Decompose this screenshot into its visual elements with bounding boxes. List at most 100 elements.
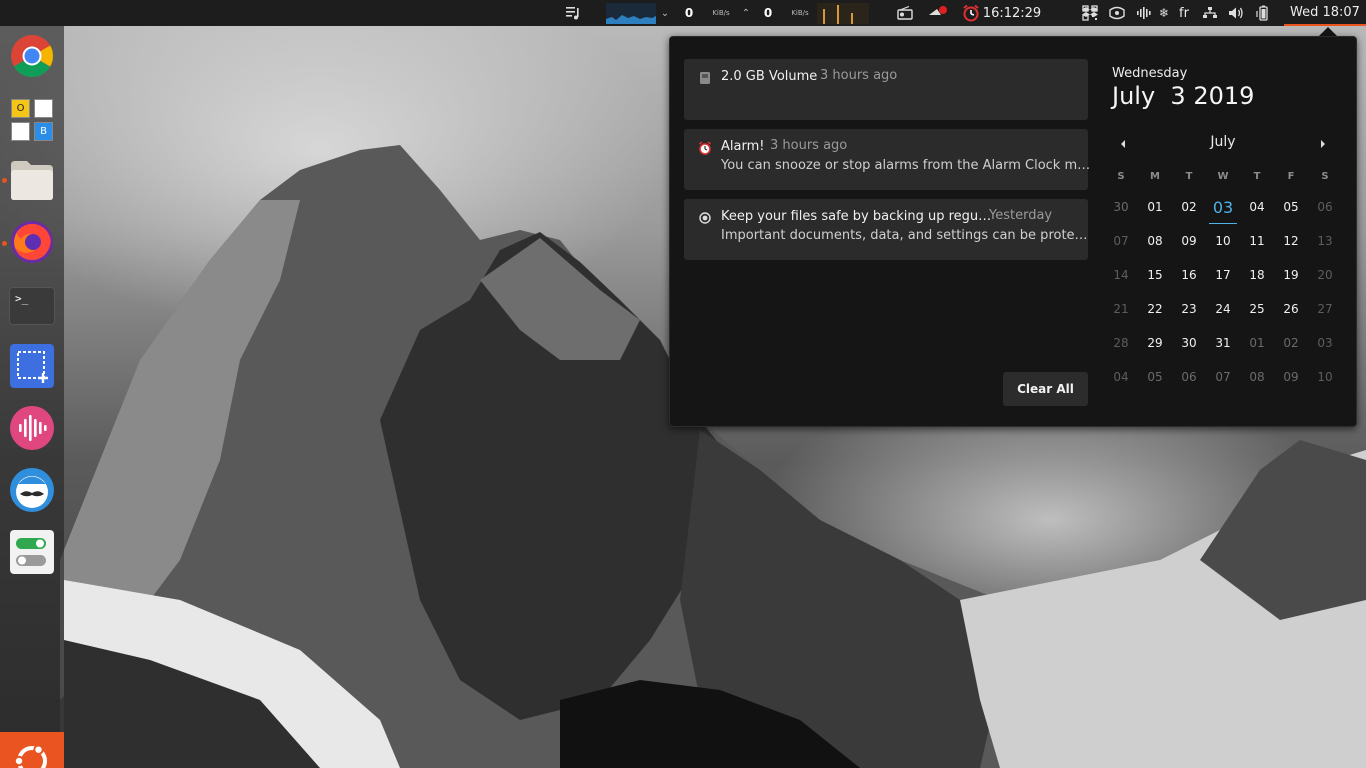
dock-item-toggle-settings[interactable] <box>8 530 56 578</box>
notification-item[interactable]: 2.0 GB Volume 3 hours ago <box>684 59 1088 120</box>
calendar-day[interactable]: 21 <box>1104 302 1138 316</box>
net-down-value: 0 <box>684 6 694 20</box>
files-icon <box>9 159 55 205</box>
calendar-day[interactable]: 07 <box>1104 234 1138 248</box>
notification-time: 3 hours ago <box>770 138 848 153</box>
dock-item-files[interactable] <box>8 158 56 206</box>
calendar-day[interactable]: 06 <box>1308 200 1342 214</box>
audio-bars-icon[interactable] <box>1134 0 1154 26</box>
notification-time: 3 hours ago <box>820 68 898 83</box>
calendar-week-row: 07 08 09 10 11 12 13 <box>1104 224 1342 258</box>
drive-icon <box>698 71 712 85</box>
calendar-day[interactable]: 24 <box>1206 302 1240 316</box>
calendar-day[interactable]: 06 <box>1172 370 1206 384</box>
calendar-day[interactable]: 23 <box>1172 302 1206 316</box>
network-upload-graph <box>817 3 869 24</box>
battery-icon[interactable] <box>1252 0 1274 26</box>
notification-body: Important documents, data, and settings … <box>721 228 1088 243</box>
calendar-day[interactable]: 05 <box>1274 200 1308 214</box>
chevron-right-icon <box>1319 134 1327 153</box>
calendar-day[interactable]: 01 <box>1240 336 1274 350</box>
calendar-day[interactable]: 18 <box>1240 268 1274 282</box>
calendar-day[interactable]: 02 <box>1274 336 1308 350</box>
calendar-week-row: 14 15 16 17 18 19 20 <box>1104 258 1342 292</box>
calendar-day[interactable]: 10 <box>1308 370 1342 384</box>
show-applications-button[interactable] <box>0 732 64 768</box>
volume-icon[interactable] <box>1226 0 1246 26</box>
clear-all-button[interactable]: Clear All <box>1003 372 1088 406</box>
calendar-date-heading[interactable]: July 3 2019 <box>1112 82 1254 110</box>
radio-icon[interactable] <box>895 0 915 26</box>
notification-item[interactable]: Keep your files safe by backing up regu…… <box>684 199 1088 260</box>
calendar-day[interactable]: 16 <box>1172 268 1206 282</box>
calendar-day[interactable]: 04 <box>1104 370 1138 384</box>
calendar-day[interactable]: 30 <box>1104 200 1138 214</box>
calendar-week-row: 30 01 02 03 04 05 06 <box>1104 190 1342 224</box>
calendar-day[interactable]: 30 <box>1172 336 1206 350</box>
snowflake-icon[interactable]: ❄ <box>1156 0 1172 26</box>
gsconnect-icon[interactable] <box>1106 0 1128 26</box>
calendar-day[interactable]: 20 <box>1308 268 1342 282</box>
top-panel: ⌄ 0 KiB/s ⌃ 0 KiB/s 16:12:29 ❄ fr Wed 18… <box>0 0 1366 26</box>
notification-item[interactable]: Alarm! 3 hours ago You can snooze or sto… <box>684 129 1090 190</box>
dock-item-mustache-app[interactable] <box>8 468 56 516</box>
calendar-day[interactable]: 19 <box>1274 268 1308 282</box>
calendar-day[interactable]: 25 <box>1240 302 1274 316</box>
audio-recorder-icon <box>9 405 55 455</box>
calendar-day[interactable]: 03 <box>1308 336 1342 350</box>
calendar-weekday-header: S M T W T F S <box>1104 166 1342 186</box>
calendar-day[interactable]: 11 <box>1240 234 1274 248</box>
dock-item-terminal[interactable]: >_ <box>8 282 56 330</box>
clock-date-button[interactable]: Wed 18:07 <box>1284 0 1366 26</box>
calendar-day[interactable]: 31 <box>1206 336 1240 350</box>
calendar-day[interactable]: 02 <box>1172 200 1206 214</box>
calendar-day[interactable]: 14 <box>1104 268 1138 282</box>
next-month-button[interactable] <box>1313 134 1333 152</box>
caffeine-icon[interactable] <box>925 0 951 26</box>
chrome-icon <box>10 34 54 82</box>
calendar-day[interactable]: 17 <box>1206 268 1240 282</box>
keyboard-layout[interactable]: fr <box>1174 0 1194 26</box>
day-of-week-label: T <box>1253 170 1261 182</box>
backup-icon <box>698 211 712 225</box>
calendar-day[interactable]: 08 <box>1138 234 1172 248</box>
network-icon[interactable] <box>1200 0 1220 26</box>
calendar-day[interactable]: 22 <box>1138 302 1172 316</box>
calendar-day[interactable]: 29 <box>1138 336 1172 350</box>
notification-title: Keep your files safe by backing up regu… <box>721 209 992 224</box>
calendar-day[interactable]: 09 <box>1172 234 1206 248</box>
calendar-day[interactable]: 05 <box>1138 370 1172 384</box>
calendar-day[interactable]: 07 <box>1206 370 1240 384</box>
alarm-icon <box>698 141 712 155</box>
dock-item-screenshot[interactable] <box>8 344 56 392</box>
chevron-up-icon: ⌃ <box>741 7 751 19</box>
day-of-week-label: F <box>1287 170 1295 182</box>
running-indicator <box>2 241 7 246</box>
day-of-week-label: T <box>1185 170 1193 182</box>
calendar-day[interactable]: 10 <box>1206 234 1240 248</box>
music-player-icon[interactable] <box>562 0 584 26</box>
calendar-day[interactable]: 27 <box>1308 302 1342 316</box>
previous-month-button[interactable] <box>1113 134 1133 152</box>
ubuntu-logo-icon <box>11 740 53 768</box>
alarm-clock-icon[interactable] <box>960 0 982 26</box>
calendar-day-today[interactable]: 03 <box>1206 198 1240 224</box>
calendar-day[interactable]: 26 <box>1274 302 1308 316</box>
calendar-month-label: July <box>1210 134 1236 150</box>
calendar-day[interactable]: 01 <box>1138 200 1172 214</box>
dock-item-office-apps[interactable]: O B <box>8 96 56 144</box>
calendar-day[interactable]: 04 <box>1240 200 1274 214</box>
calendar-day[interactable]: 08 <box>1240 370 1274 384</box>
alarm-time[interactable]: 16:12:29 <box>982 0 1042 26</box>
calendar-day[interactable]: 12 <box>1274 234 1308 248</box>
calendar-day[interactable]: 09 <box>1274 370 1308 384</box>
dock-item-firefox[interactable] <box>8 220 56 268</box>
dock-item-chrome[interactable] <box>8 34 56 82</box>
calendar-day[interactable]: 13 <box>1308 234 1342 248</box>
calendar-weekday: Wednesday <box>1112 66 1188 81</box>
terminal-icon: >_ <box>9 287 55 325</box>
calendar-day[interactable]: 15 <box>1138 268 1172 282</box>
calendar-day[interactable]: 28 <box>1104 336 1138 350</box>
qr-code-icon[interactable] <box>1080 0 1100 26</box>
dock-item-audio-recorder[interactable] <box>8 406 56 454</box>
